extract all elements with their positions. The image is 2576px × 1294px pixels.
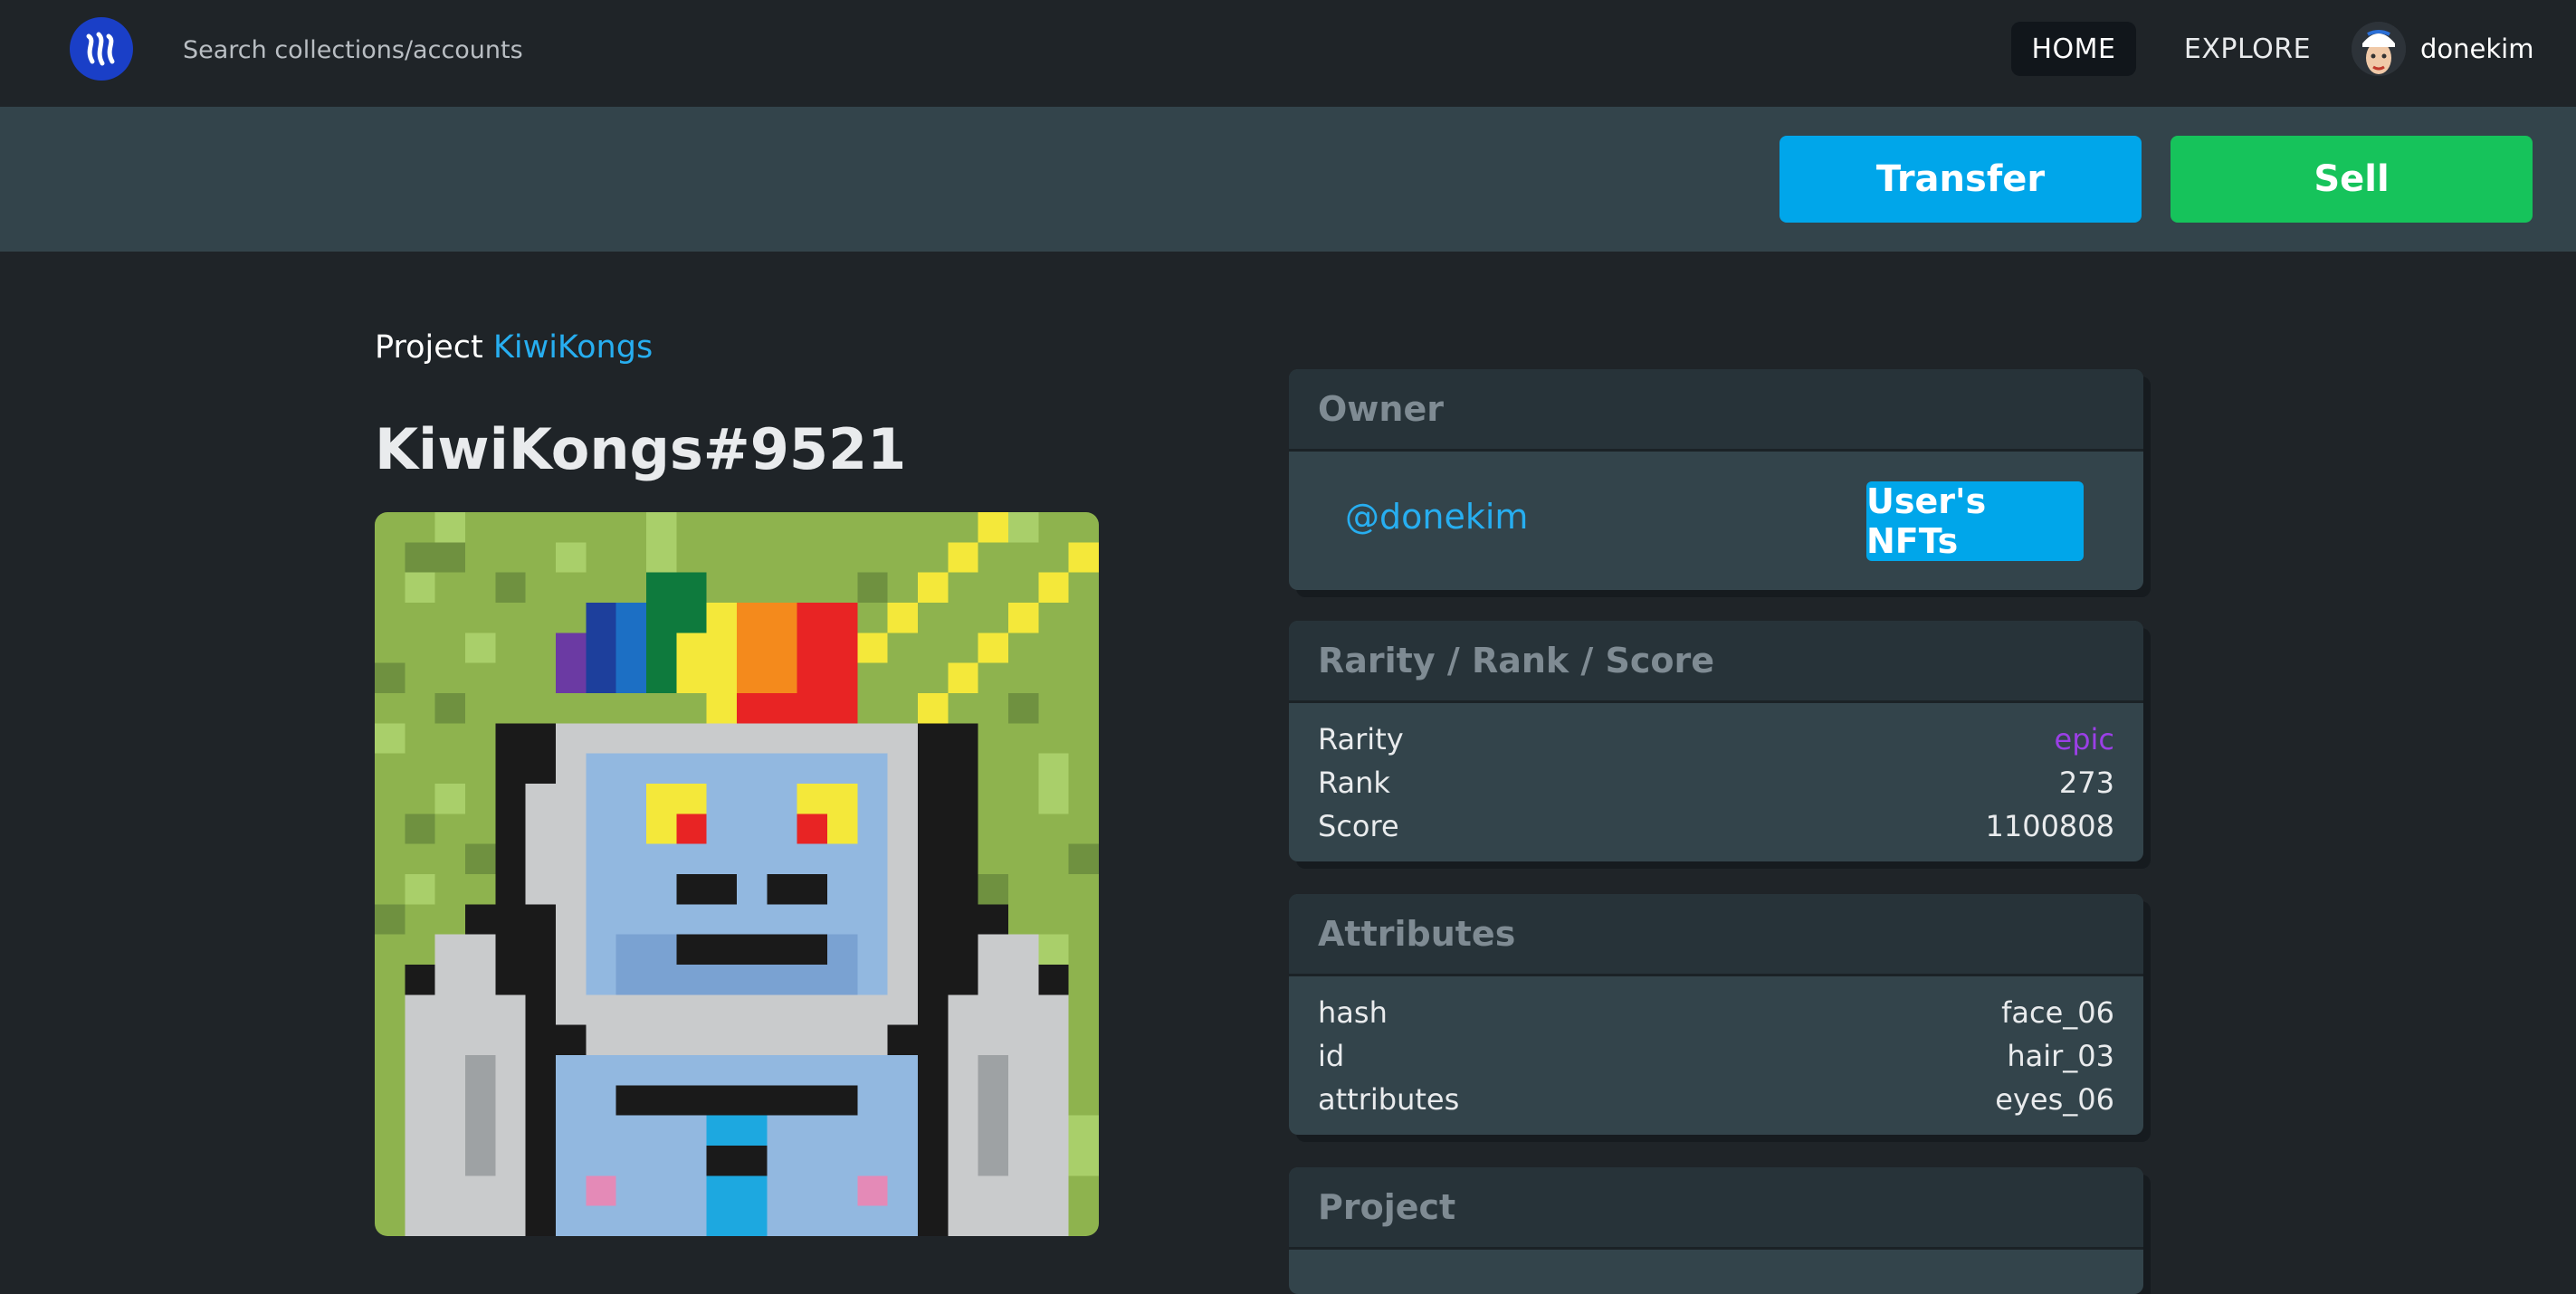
attributes-panel: Attributes hash face_06 id hair_03 attri… <box>1289 894 2143 1135</box>
kv-row: attributes eyes_06 <box>1318 1078 2114 1121</box>
kv-value: 1100808 <box>1985 809 2114 843</box>
kv-label: Rank <box>1318 766 1390 800</box>
owner-link[interactable]: @donekim <box>1345 497 1528 537</box>
nav-explore-button[interactable]: EXPLORE <box>2172 22 2323 76</box>
owner-panel-header: Owner <box>1289 369 2143 452</box>
kv-row: Rank 273 <box>1318 761 2114 804</box>
top-navbar: HOME EXPLORE donekim <box>0 0 2576 107</box>
kv-value: hair_03 <box>2007 1039 2114 1073</box>
kv-label: hash <box>1318 995 1388 1030</box>
kv-row: Score 1100808 <box>1318 804 2114 848</box>
action-bar: Transfer Sell <box>0 107 2576 252</box>
project-prefix: Project <box>375 329 483 366</box>
project-link[interactable]: KiwiKongs <box>493 329 653 366</box>
nav-home-button[interactable]: HOME <box>2011 22 2136 76</box>
owner-panel: Owner @donekim User's NFTs <box>1289 369 2143 590</box>
kv-label: Rarity <box>1318 722 1404 756</box>
nft-title: KiwiKongs#9521 <box>375 416 907 482</box>
user-avatar <box>2352 22 2406 76</box>
steem-logo-icon[interactable] <box>70 17 133 81</box>
kv-label: attributes <box>1318 1082 1460 1117</box>
user-menu[interactable]: donekim <box>2352 18 2533 80</box>
search-input[interactable] <box>181 31 655 69</box>
kv-label: Score <box>1318 809 1399 843</box>
kv-row: Rarity epic <box>1318 718 2114 761</box>
username-label: donekim <box>2420 33 2534 64</box>
project-panel: Project <box>1289 1167 2143 1294</box>
kv-label: id <box>1318 1039 1345 1073</box>
kv-value: 273 <box>2058 766 2114 800</box>
project-breadcrumb: Project KiwiKongs <box>375 329 653 366</box>
kv-value: epic <box>2054 722 2114 756</box>
kv-value: face_06 <box>2001 995 2114 1030</box>
transfer-button[interactable]: Transfer <box>1779 136 2142 223</box>
project-panel-header: Project <box>1289 1167 2143 1250</box>
attributes-panel-header: Attributes <box>1289 894 2143 976</box>
kv-row: hash face_06 <box>1318 991 2114 1034</box>
nft-image <box>375 512 1099 1236</box>
rarity-panel: Rarity / Rank / Score Rarity epic Rank 2… <box>1289 621 2143 861</box>
kv-row: id hair_03 <box>1318 1034 2114 1078</box>
kv-value: eyes_06 <box>1995 1082 2114 1117</box>
sell-button[interactable]: Sell <box>2171 136 2533 223</box>
rarity-panel-header: Rarity / Rank / Score <box>1289 621 2143 703</box>
users-nfts-button[interactable]: User's NFTs <box>1866 481 2084 561</box>
